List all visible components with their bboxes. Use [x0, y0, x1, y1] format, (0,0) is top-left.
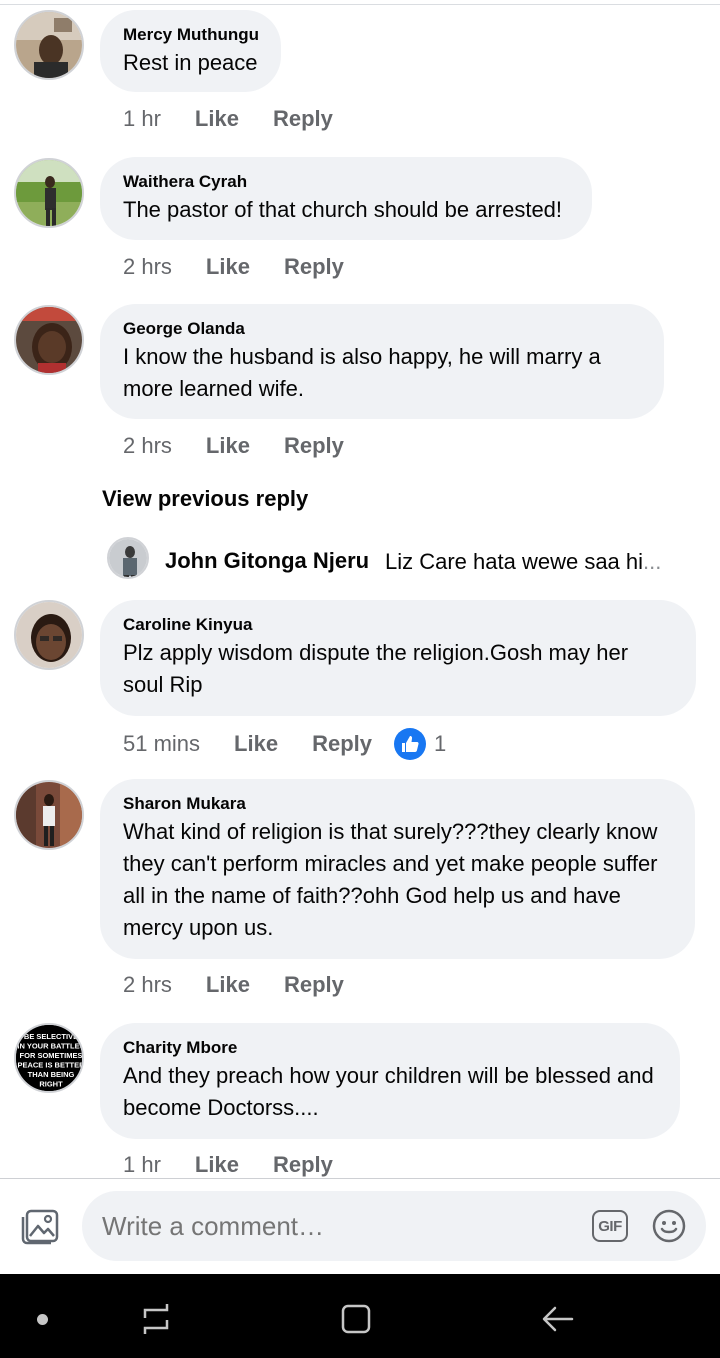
like-button[interactable]: Like — [195, 106, 239, 132]
comment-time[interactable]: 1 hr — [123, 1152, 161, 1178]
comment-input-pill[interactable]: GIF — [82, 1191, 706, 1261]
comment-author[interactable]: George Olanda — [123, 318, 642, 340]
comment-bubble[interactable]: George Olanda I know the husband is also… — [100, 304, 664, 419]
android-nav-bar — [0, 1274, 720, 1358]
like-button[interactable]: Like — [206, 254, 250, 280]
comment-composer: GIF — [0, 1179, 720, 1274]
nav-dot-icon[interactable] — [37, 1314, 48, 1325]
reply-author[interactable]: John Gitonga Njeru — [165, 548, 369, 574]
like-button[interactable]: Like — [195, 1152, 239, 1178]
reply-text-body: Liz Care hata wewe saa hi — [385, 549, 644, 574]
comment-text: Rest in peace — [123, 50, 258, 75]
comment-bubble[interactable]: Charity Mbore And they preach how your c… — [100, 1023, 680, 1139]
avatar[interactable] — [14, 780, 84, 850]
like-button[interactable]: Like — [206, 972, 250, 998]
reply-button[interactable]: Reply — [284, 254, 344, 280]
avatar[interactable] — [14, 10, 84, 80]
avatar-motto-line: FOR SOMETIMES — [20, 1051, 83, 1060]
comment-bubble[interactable]: Mercy Muthungu Rest in peace — [100, 10, 281, 92]
comment-meta: 2 hrs Like Reply — [123, 433, 344, 459]
comment-input[interactable] — [102, 1211, 552, 1242]
comment-text: What kind of religion is that surely???t… — [123, 819, 658, 940]
comment-meta: 1 hr Like Reply — [123, 106, 333, 132]
reply-button[interactable]: Reply — [273, 1152, 333, 1178]
comment-author[interactable]: Mercy Muthungu — [123, 24, 259, 46]
reply-preview[interactable]: John Gitonga Njeru Liz Care hata wewe sa… — [107, 537, 707, 579]
reply-button[interactable]: Reply — [312, 731, 372, 757]
comment-author[interactable]: Charity Mbore — [123, 1037, 658, 1059]
comment-text: The pastor of that church should be arre… — [123, 197, 563, 222]
comment-text: And they preach how your children will b… — [123, 1063, 654, 1120]
reply-button[interactable]: Reply — [284, 972, 344, 998]
reaction-summary[interactable]: 1 — [394, 728, 446, 760]
gif-button[interactable]: GIF — [592, 1210, 628, 1242]
recents-icon[interactable] — [140, 1302, 172, 1336]
comment-author[interactable]: Caroline Kinyua — [123, 614, 674, 636]
comment-time[interactable]: 1 hr — [123, 106, 161, 132]
avatar[interactable] — [14, 600, 84, 670]
comment-meta: 2 hrs Like Reply — [123, 254, 344, 280]
comment-bubble[interactable]: Sharon Mukara What kind of religion is t… — [100, 779, 695, 959]
view-previous-reply-link[interactable]: View previous reply — [102, 486, 308, 512]
avatar[interactable]: BE SELECTIVE IN YOUR BATTLES FOR SOMETIMES… — [14, 1023, 84, 1093]
emoji-icon[interactable] — [652, 1209, 686, 1243]
like-button[interactable]: Like — [206, 433, 250, 459]
comment-author[interactable]: Waithera Cyrah — [123, 171, 562, 193]
back-icon[interactable] — [540, 1303, 576, 1335]
comments-feed[interactable]: Mercy Muthungu Rest in peace 1 hr Like R… — [0, 0, 720, 1178]
comment-time[interactable]: 2 hrs — [123, 254, 172, 280]
comment-bubble[interactable]: Waithera Cyrah The pastor of that church… — [100, 157, 593, 240]
avatar-motto-line: RIGHT — [39, 1080, 63, 1089]
avatar-motto-line: BE SELECTIVE — [24, 1032, 78, 1041]
home-icon[interactable] — [340, 1303, 372, 1335]
comment-time[interactable]: 51 mins — [123, 731, 200, 757]
reaction-count: 1 — [434, 731, 447, 756]
reply-button[interactable]: Reply — [284, 433, 344, 459]
comment-time[interactable]: 2 hrs — [123, 972, 172, 998]
comment-bubble[interactable]: Caroline Kinyua Plz apply wisdom dispute… — [100, 600, 696, 716]
comment-text: Plz apply wisdom dispute the religion.Go… — [123, 640, 629, 697]
avatar-motto-line: PEACE IS BETTER — [17, 1061, 84, 1070]
reply-text: Liz Care hata wewe saa hi... — [385, 549, 661, 575]
avatar-motto-line: THAN BEING — [28, 1070, 75, 1079]
reply-button[interactable]: Reply — [273, 106, 333, 132]
avatar[interactable] — [14, 158, 84, 228]
comment-meta: 1 hr Like Reply — [123, 1152, 333, 1178]
comment-author[interactable]: Sharon Mukara — [123, 793, 673, 815]
like-button[interactable]: Like — [234, 731, 278, 757]
avatar[interactable] — [14, 305, 84, 375]
reply-ellipsis: ... — [643, 549, 662, 574]
avatar[interactable] — [107, 537, 149, 579]
comment-text: I know the husband is also happy, he wil… — [123, 344, 601, 401]
comment-meta: 51 mins Like Reply 1 — [123, 728, 446, 760]
thumbs-up-icon — [394, 728, 426, 760]
photo-icon[interactable] — [20, 1208, 60, 1246]
comment-time[interactable]: 2 hrs — [123, 433, 172, 459]
avatar-motto-line: IN YOUR BATTLES — [17, 1042, 84, 1051]
comment-meta: 2 hrs Like Reply — [123, 972, 344, 998]
